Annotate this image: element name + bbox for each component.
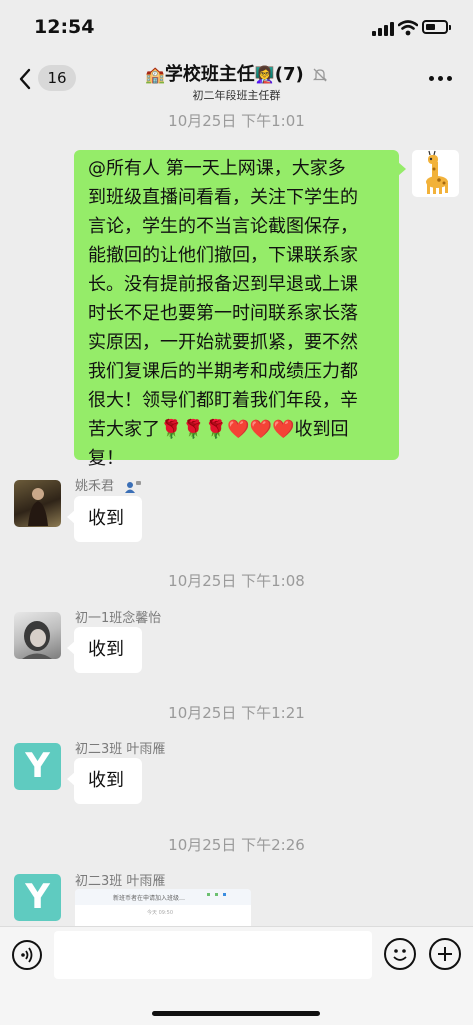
sender-avatar[interactable]: Y xyxy=(14,743,61,790)
message-line: 到班级直播间看看，关注下学生的 xyxy=(88,187,358,208)
message-bubble-received[interactable]: 收到 xyxy=(67,627,142,673)
sender-name: 初二3班 叶雨雁 xyxy=(75,874,166,889)
message-timestamp: 10月25日 下午1:08 xyxy=(168,572,305,590)
device-badge-icon xyxy=(125,480,142,493)
message-line: 复！ xyxy=(88,448,124,469)
person-photo-icon xyxy=(22,621,52,659)
status-bar: 12:54 xyxy=(0,0,473,52)
sender-avatar[interactable] xyxy=(14,480,61,527)
message-input[interactable] xyxy=(54,931,372,979)
message-text: 收到 xyxy=(88,639,124,660)
message-bubble-received[interactable]: 收到 xyxy=(67,496,142,542)
wifi-icon xyxy=(398,20,418,36)
message-text: 收到 xyxy=(88,770,124,791)
status-time: 12:54 xyxy=(34,16,95,38)
unread-count-badge: 16 xyxy=(38,65,76,91)
message-text: 收到 xyxy=(88,508,124,529)
voice-input-icon[interactable] xyxy=(12,940,42,970)
image-preview-text: 新班币者在申请加入班级… xyxy=(113,895,186,902)
home-indicator xyxy=(152,1011,320,1016)
message-line: 时长不足也要第一时间联系家长落 xyxy=(88,303,358,324)
sender-avatar[interactable]: Y xyxy=(14,874,61,921)
message-bubble-sent[interactable]: @所有人 第一天上网课，大家多 到班级直播间看看，关注下学生的 言论，学生的不当… xyxy=(74,150,406,469)
message-bubble-received[interactable]: 收到 xyxy=(67,758,142,804)
message-line: 长。没有提前报备迟到早退或上课 xyxy=(88,274,358,295)
image-message[interactable]: 新班币者在申请加入班级… 今天 09:50 xyxy=(75,889,251,926)
sender-name: 姚禾君 xyxy=(75,475,142,494)
teacher-icon: 👩‍🏫 xyxy=(254,65,275,84)
image-preview-subtext: 今天 09:50 xyxy=(147,910,173,916)
back-button[interactable]: 16 xyxy=(12,64,78,94)
message-line: 实原因，一开始就要抓紧，要不然 xyxy=(88,332,358,353)
emoji-icon[interactable] xyxy=(384,938,416,970)
chat-header: 16 🏫学校班主任👩‍🏫(7) 初二年段班主任群 xyxy=(0,52,473,106)
message-input-bar xyxy=(0,926,473,1025)
chat-title: 学校班主任 xyxy=(164,64,255,85)
message-line: 苦大家了🌹🌹🌹❤️❤️❤️收到回 xyxy=(88,419,349,440)
message-line: 我们复课后的半期考和成绩压力都 xyxy=(88,361,358,382)
my-avatar[interactable] xyxy=(412,150,459,197)
sender-name: 初二3班 叶雨雁 xyxy=(75,742,166,757)
plus-icon[interactable] xyxy=(429,938,461,970)
sender-avatar[interactable] xyxy=(14,612,61,659)
chat-message-list[interactable]: 10月25日 下午1:01 @所有人 第一天上网课，大家多 到班级直播间看看，关… xyxy=(0,106,473,926)
cellular-signal-icon xyxy=(372,22,394,36)
message-line: @所有人 第一天上网课，大家多 xyxy=(88,158,346,179)
message-timestamp: 10月25日 下午2:26 xyxy=(168,836,305,854)
mute-bell-icon xyxy=(312,68,328,82)
message-timestamp: 10月25日 下午1:01 xyxy=(168,112,305,130)
chat-subtitle: 初二年段班主任群 xyxy=(192,89,281,102)
message-line: 言论，学生的不当言论截图保存， xyxy=(88,216,358,237)
person-photo-icon xyxy=(28,488,48,526)
school-icon: 🏫 xyxy=(144,65,165,84)
message-line: 很大！领导们都盯着我们年段，辛 xyxy=(88,390,358,411)
giraffe-icon xyxy=(426,150,448,194)
battery-icon xyxy=(422,20,451,34)
chat-title-area[interactable]: 🏫学校班主任👩‍🏫(7) 初二年段班主任群 xyxy=(90,60,383,103)
message-timestamp: 10月25日 下午1:21 xyxy=(168,704,305,722)
sender-name: 初一1班念馨怡 xyxy=(75,611,162,626)
member-count: (7) xyxy=(274,64,304,85)
more-options-icon[interactable] xyxy=(429,76,453,82)
message-line: 能撤回的让他们撤回，下课联系家 xyxy=(88,245,358,266)
sender-name-text: 姚禾君 xyxy=(75,479,115,494)
chevron-left-icon xyxy=(19,68,31,90)
